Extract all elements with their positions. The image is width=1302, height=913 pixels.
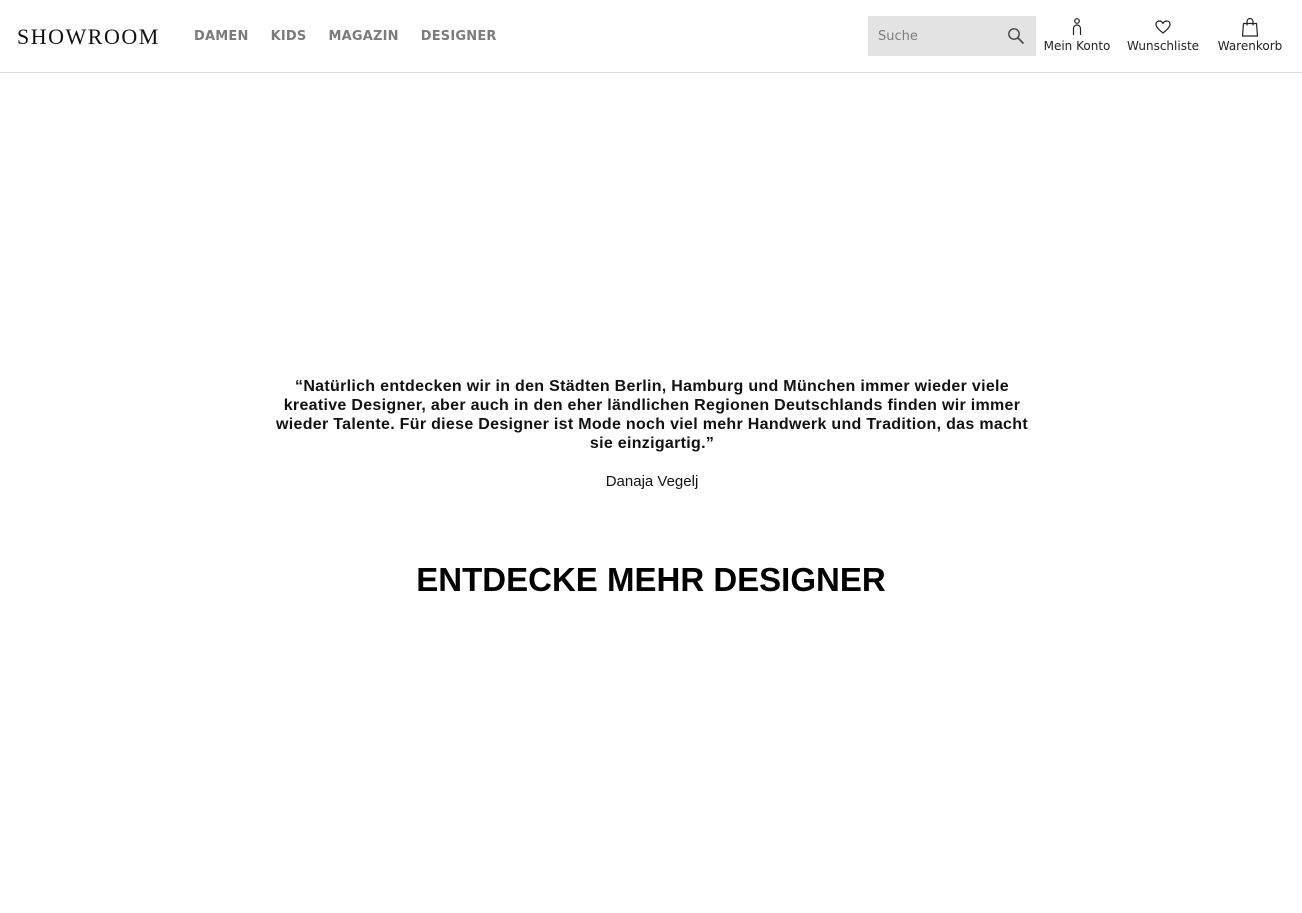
cart-label: Warenkorb: [1217, 39, 1283, 53]
designer-quote: “Natürlich entdecken wir in den Städten …: [276, 378, 1028, 452]
showroom-logo[interactable]: SHOWROOM: [17, 24, 160, 50]
account-label: Mein Konto: [1043, 39, 1111, 53]
site-header: SHOWROOM DAMEN KIDS MAGAZIN DESIGNER Mei…: [0, 0, 1302, 73]
heart-icon: [1153, 17, 1173, 37]
wishlist-label: Wunschliste: [1126, 39, 1200, 53]
main-nav: DAMEN KIDS MAGAZIN DESIGNER: [194, 28, 519, 46]
shopping-bag-icon: [1240, 17, 1260, 37]
person-icon: [1067, 17, 1087, 37]
search-box: [868, 16, 1036, 56]
nav-item-damen[interactable]: DAMEN: [194, 28, 249, 46]
wishlist-link[interactable]: Wunschliste: [1126, 17, 1200, 54]
account-link[interactable]: Mein Konto: [1043, 17, 1111, 54]
cart-link[interactable]: Warenkorb: [1216, 17, 1284, 54]
nav-item-kids[interactable]: KIDS: [271, 28, 307, 46]
nav-item-magazin[interactable]: MAGAZIN: [328, 28, 398, 46]
section-title: ENTDECKE MEHR DESIGNER: [416, 561, 886, 598]
nav-item-designer[interactable]: DESIGNER: [421, 28, 497, 46]
quote-author: Danaja Vegelj: [605, 473, 699, 490]
search-input[interactable]: [868, 16, 998, 56]
search-icon[interactable]: [1006, 26, 1026, 46]
